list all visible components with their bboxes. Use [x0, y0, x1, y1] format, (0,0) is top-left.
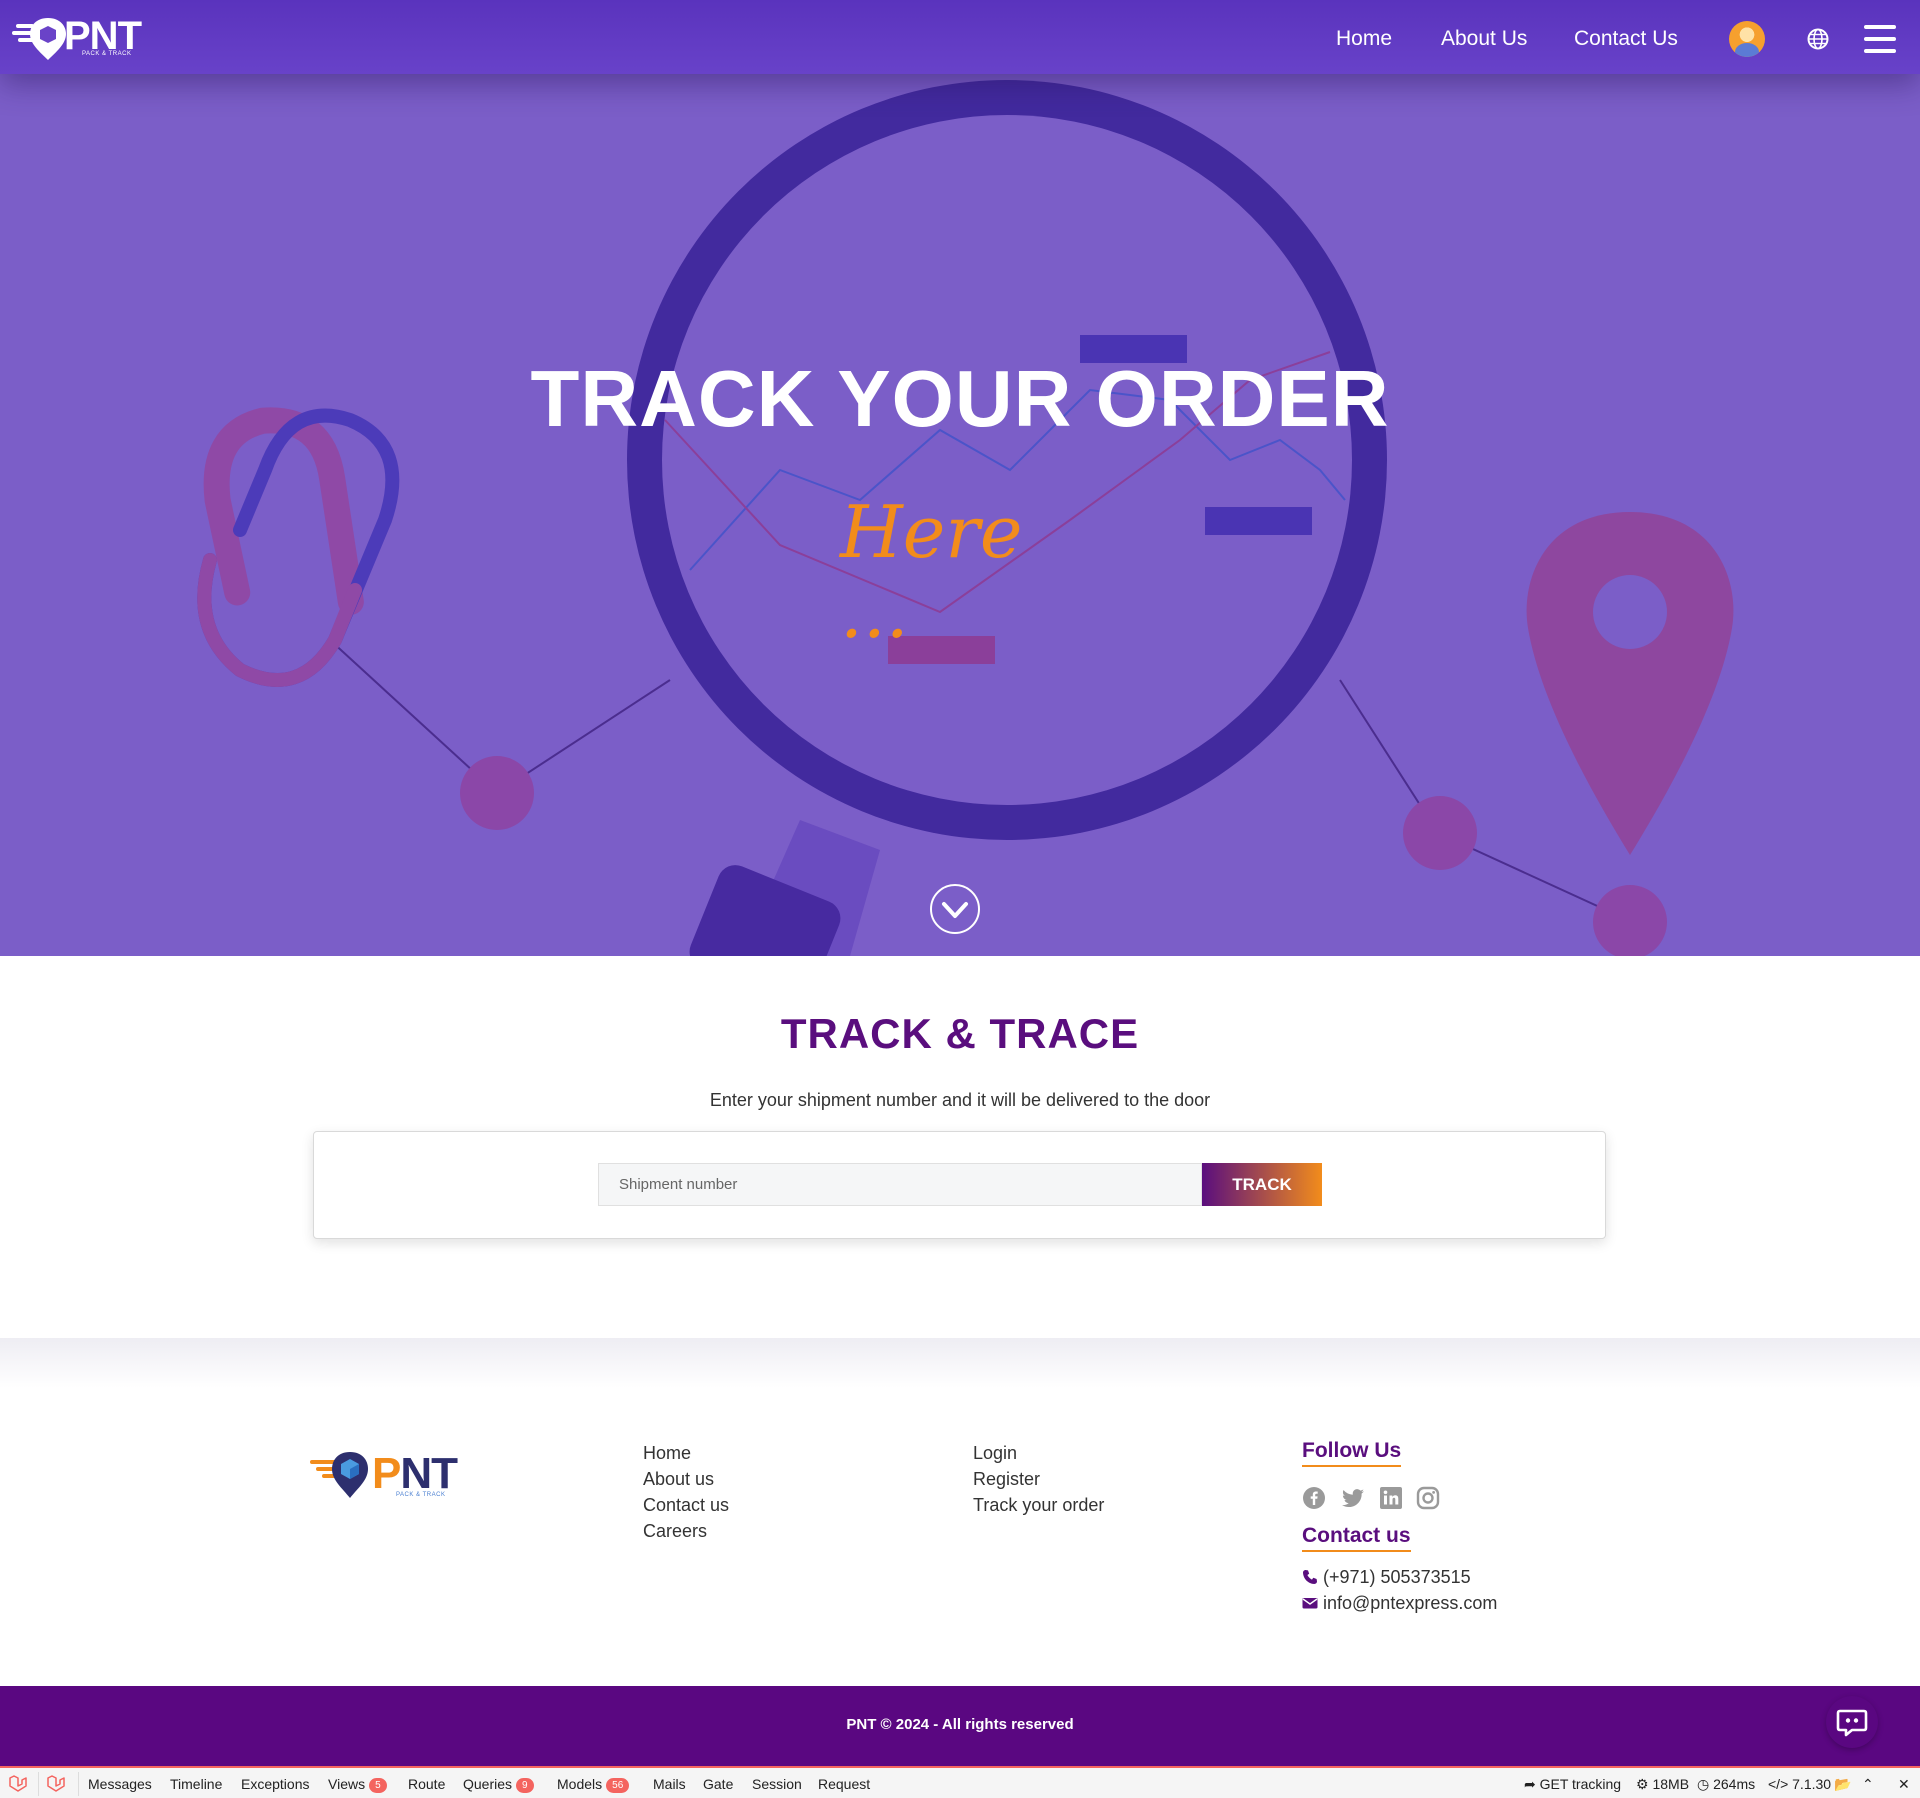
footer-logo[interactable]: PNT PACK & TRACK: [310, 1448, 470, 1500]
footer-link-about-us[interactable]: About us: [643, 1466, 729, 1492]
hero-illustration: [197, 80, 1734, 956]
share-icon: ➦: [1524, 1776, 1536, 1792]
track-button[interactable]: TRACK: [1202, 1163, 1322, 1206]
chevron-up-icon[interactable]: ⌃: [1862, 1776, 1874, 1792]
debug-tab-queries[interactable]: Queries 9: [463, 1776, 534, 1793]
navbar: PNT PACK & TRACK Home About Us Contact U…: [0, 0, 1920, 74]
logo-text: PNT: [64, 14, 142, 58]
copyright-bar: PNT © 2024 - All rights reserved: [0, 1686, 1920, 1766]
footer-link-home[interactable]: Home: [643, 1440, 729, 1466]
contact-phone-text: (+971) 505373515: [1323, 1567, 1471, 1587]
footer-link-careers[interactable]: Careers: [643, 1518, 729, 1544]
scroll-down-button[interactable]: [930, 884, 980, 934]
envelope-icon: [1302, 1598, 1318, 1609]
contact-phone[interactable]: (+971) 505373515: [1302, 1565, 1471, 1589]
queries-count-badge: 9: [516, 1778, 534, 1793]
debug-tab-gate[interactable]: Gate: [703, 1776, 733, 1792]
debug-tab-messages[interactable]: Messages: [88, 1776, 152, 1792]
views-count-badge: 5: [369, 1778, 387, 1793]
footer-divider: [0, 1338, 1920, 1388]
nav-home[interactable]: Home: [1336, 26, 1392, 52]
footer-logo-text: PNT: [372, 1449, 458, 1498]
footer-logo-tagline: PACK & TRACK: [396, 1492, 446, 1498]
debug-tab-models[interactable]: Models 56: [557, 1776, 630, 1793]
debug-tab-session[interactable]: Session: [752, 1776, 802, 1792]
track-section-description: Enter your shipment number and it will b…: [709, 1090, 1211, 1110]
footer-link-register[interactable]: Register: [973, 1466, 1104, 1492]
nav-about-us[interactable]: About Us: [1441, 26, 1527, 52]
copyright-text: PNT © 2024 - All rights reserved: [846, 1716, 1074, 1733]
folder-open-icon[interactable]: 📂: [1834, 1776, 1851, 1792]
contact-email-text: info@pntexpress.com: [1323, 1593, 1498, 1613]
contact-us-heading: Contact us: [1302, 1523, 1411, 1552]
debug-route-info[interactable]: ➦ GET tracking: [1524, 1776, 1621, 1792]
debug-tab-route[interactable]: Route: [408, 1776, 445, 1792]
phone-icon: [1303, 1570, 1317, 1584]
debug-time-info: ◷ 264ms: [1697, 1776, 1756, 1792]
instagram-icon[interactable]: [1416, 1486, 1440, 1510]
debug-tab-mails[interactable]: Mails: [653, 1776, 686, 1792]
footer-link-login[interactable]: Login: [973, 1440, 1104, 1466]
clock-icon: ◷: [1697, 1776, 1710, 1792]
pnt-logo[interactable]: PNT PACK & TRACK: [12, 14, 147, 62]
debug-tab-request[interactable]: Request: [818, 1776, 870, 1792]
close-icon[interactable]: ✕: [1898, 1776, 1910, 1792]
code-icon: </>: [1768, 1776, 1789, 1792]
user-avatar[interactable]: [1729, 21, 1765, 57]
footer-logo-pin-icon: [310, 1452, 368, 1498]
laravel-logo-icon[interactable]: [8, 1774, 28, 1794]
track-section-title: TRACK & TRACE: [780, 1010, 1140, 1057]
debug-tab-exceptions[interactable]: Exceptions: [241, 1776, 309, 1792]
shipment-number-input[interactable]: [598, 1163, 1202, 1206]
debug-tab-views[interactable]: Views 5: [328, 1776, 387, 1793]
track-form-card: TRACK: [313, 1131, 1606, 1239]
logo-tagline: PACK & TRACK: [82, 51, 132, 57]
hero-section: TRACK YOUR ORDER Here ...: [0, 0, 1920, 956]
menu-icon[interactable]: [1864, 25, 1896, 53]
footer-link-track-your-order[interactable]: Track your order: [973, 1492, 1104, 1518]
debug-version-info: </> 7.1.30: [1768, 1776, 1832, 1792]
hero-title: TRACK YOUR ORDER: [530, 354, 1390, 443]
twitter-icon[interactable]: [1341, 1486, 1365, 1510]
hero-subtitle: Here ...: [840, 490, 1023, 654]
models-count-badge: 56: [606, 1778, 630, 1793]
follow-us-heading: Follow Us: [1302, 1438, 1402, 1467]
chevron-down-icon: [942, 902, 968, 918]
facebook-icon[interactable]: [1302, 1486, 1326, 1510]
chat-icon: [1836, 1709, 1868, 1737]
globe-icon[interactable]: [1807, 28, 1829, 50]
footer-links-column-2: Login Register Track your order: [973, 1440, 1104, 1518]
cogs-icon: ⚙: [1636, 1776, 1649, 1792]
debug-bar: Messages Timeline Exceptions Views 5 Rout…: [0, 1766, 1920, 1798]
nav-contact-us[interactable]: Contact Us: [1574, 26, 1678, 52]
logo-pin-icon: [12, 18, 66, 60]
laravel-logo-icon[interactable]: [46, 1774, 66, 1794]
debug-tab-timeline[interactable]: Timeline: [170, 1776, 222, 1792]
contact-email[interactable]: info@pntexpress.com: [1302, 1591, 1497, 1615]
chat-button[interactable]: [1826, 1696, 1878, 1748]
footer-links-column-1: Home About us Contact us Careers: [643, 1440, 729, 1544]
footer-link-contact-us[interactable]: Contact us: [643, 1492, 729, 1518]
debug-memory-info: ⚙ 18MB: [1636, 1776, 1690, 1792]
linkedin-icon[interactable]: [1379, 1486, 1403, 1510]
